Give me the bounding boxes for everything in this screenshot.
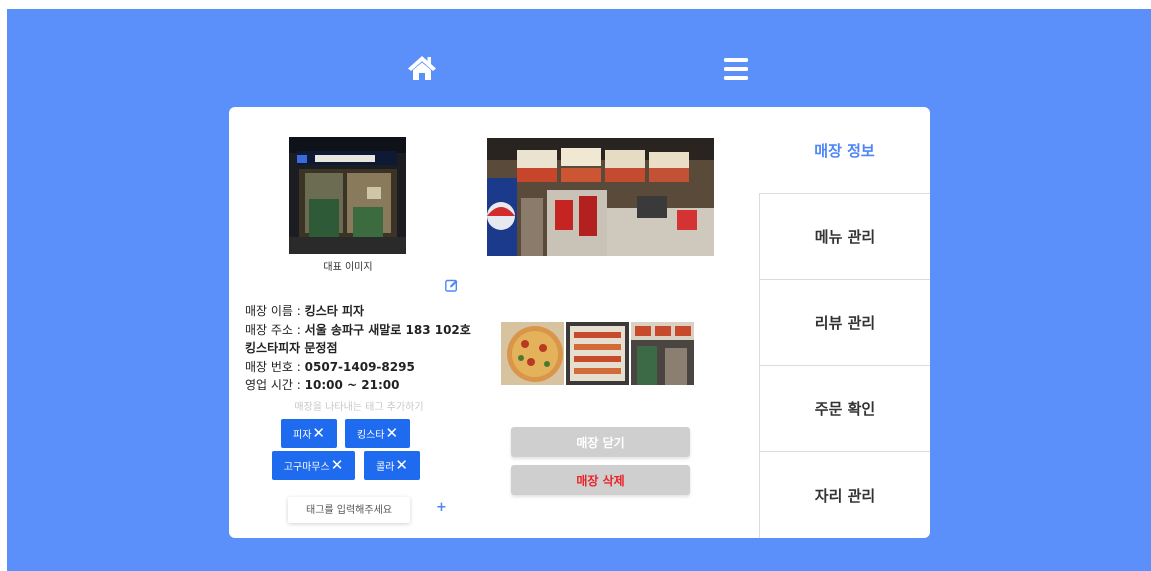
store-name-value: 킹스타 피자 <box>304 304 365 318</box>
tag-hint-text: 매장을 나타내는 태그 추가하기 <box>294 402 424 413</box>
add-tag-button[interactable]: + <box>436 500 447 515</box>
sidebar-item-review-management[interactable]: 리뷰 관리 <box>759 279 930 365</box>
tag-chip[interactable]: 콜라 ✕ <box>364 451 420 480</box>
store-hours-row: 영업 시간 : 10:00 ~ 21:00 <box>245 376 477 395</box>
tag-chip[interactable]: 피자 ✕ <box>281 419 337 448</box>
store-phone-row: 매장 번호 : 0507-1409-8295 <box>245 358 477 377</box>
close-x-icon[interactable]: ✕ <box>312 426 325 441</box>
store-hours-value: 10:00 ~ 21:00 <box>304 378 400 392</box>
sidebar-item-order-check[interactable]: 주문 확인 <box>759 365 930 451</box>
store-management-card: 대표 이미지 매장 이름 : 킹스타 피자 매장 주소 : 서울 송파구 새말로… <box>229 107 930 538</box>
management-sidebar: 매장 정보 메뉴 관리 리뷰 관리 주문 확인 자리 관리 <box>759 107 930 538</box>
delete-store-button[interactable]: 매장 삭제 <box>511 465 690 495</box>
representative-image-caption: 대표 이미지 <box>323 262 373 273</box>
tag-label: 고구마무스 <box>283 462 330 473</box>
store-thumbnail[interactable] <box>501 322 564 385</box>
close-x-icon[interactable]: ✕ <box>386 426 399 441</box>
representative-image[interactable] <box>289 137 406 254</box>
store-phone-label: 매장 번호 : <box>245 359 305 374</box>
tag-input[interactable] <box>288 497 410 523</box>
tag-label: 킹스타 <box>356 430 385 441</box>
close-x-icon[interactable]: ✕ <box>331 458 344 473</box>
sidebar-item-store-info[interactable]: 매장 정보 <box>759 107 930 193</box>
sidebar-item-menu-management[interactable]: 메뉴 관리 <box>759 193 930 279</box>
hamburger-menu-icon[interactable] <box>723 57 749 81</box>
store-address-value-2: 킹스타피자 문정점 <box>245 341 338 355</box>
tag-chip[interactable]: 고구마무스 ✕ <box>272 451 355 480</box>
store-name-label: 매장 이름 : <box>245 304 305 318</box>
store-address-value: 서울 송파구 새말로 183 102호 <box>304 322 471 337</box>
store-phone-value: 0507-1409-8295 <box>304 359 415 374</box>
home-icon[interactable] <box>407 54 437 82</box>
store-thumbnail[interactable] <box>631 322 694 385</box>
sidebar-item-seat-management[interactable]: 자리 관리 <box>759 451 930 538</box>
store-address-label: 매장 주소 : <box>245 322 305 337</box>
close-store-button[interactable]: 매장 닫기 <box>511 427 690 457</box>
tag-label: 콜라 <box>376 462 395 473</box>
store-images-panel: 매장 닫기 매장 삭제 <box>477 107 759 538</box>
edit-icon[interactable] <box>445 279 458 292</box>
store-info-panel: 대표 이미지 매장 이름 : 킹스타 피자 매장 주소 : 서울 송파구 새말로… <box>229 107 477 538</box>
close-x-icon[interactable]: ✕ <box>395 458 408 473</box>
tag-label: 피자 <box>293 430 312 441</box>
store-address-row: 매장 주소 : 서울 송파구 새말로 183 102호 <box>245 321 477 340</box>
store-address-row-2: 킹스타피자 문정점 <box>245 339 477 358</box>
store-hours-label: 영업 시간 : <box>245 378 305 392</box>
store-main-image[interactable] <box>487 138 714 256</box>
tag-chip[interactable]: 킹스타 ✕ <box>345 419 410 448</box>
store-name-row: 매장 이름 : 킹스타 피자 <box>245 302 477 321</box>
store-details: 매장 이름 : 킹스타 피자 매장 주소 : 서울 송파구 새말로 183 10… <box>245 302 477 395</box>
store-thumbnail[interactable] <box>566 322 629 385</box>
